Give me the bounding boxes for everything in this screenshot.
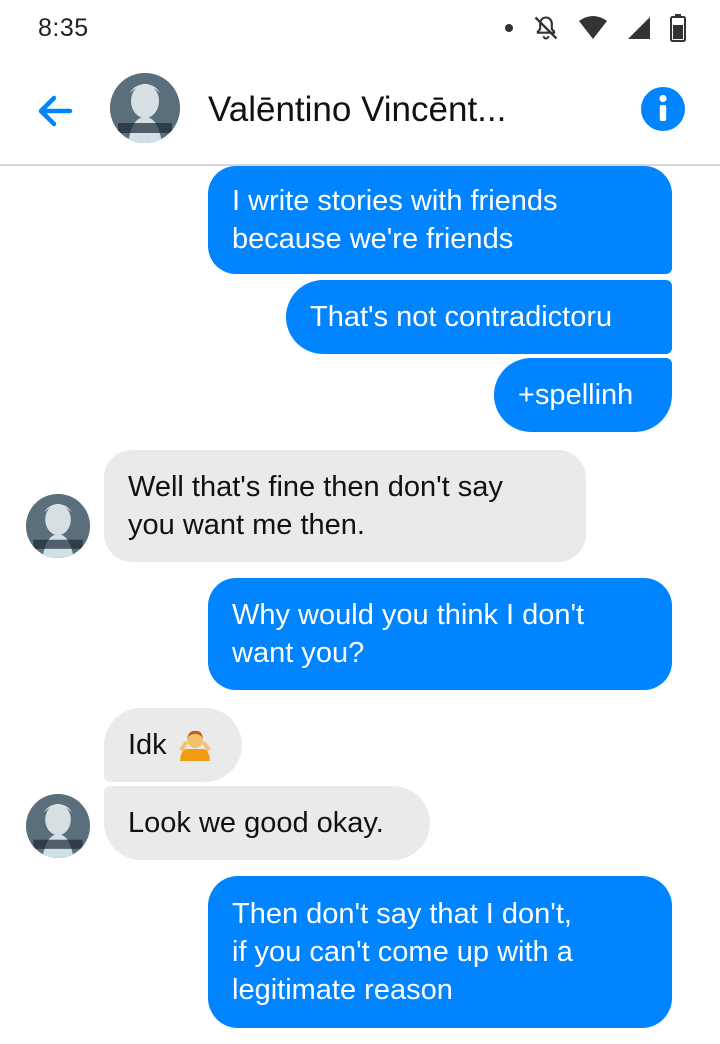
sent-message[interactable]: Then don't say that I don't, if you can'… [208, 876, 672, 1028]
status-icons [504, 14, 686, 42]
info-icon [641, 87, 685, 131]
message-line: you want me then. [128, 509, 365, 541]
message-line: Idk [128, 729, 167, 761]
wifi-icon [578, 15, 608, 41]
sent-message[interactable]: That's not contradictoru [286, 280, 672, 354]
contact-avatar-small[interactable] [26, 494, 90, 558]
back-arrow-icon [38, 95, 73, 127]
shrug-emoji [177, 727, 213, 763]
status-time: 8:35 [38, 13, 89, 42]
sent-message[interactable]: +spellinh [494, 358, 672, 432]
message-line: legitimate reason [232, 974, 453, 1006]
message-line: if you can't come up with a [232, 936, 573, 968]
message-line: want you? [232, 637, 365, 669]
signal-icon [626, 15, 652, 41]
message-line: That's not contradictoru [310, 301, 613, 333]
status-bar: 8:35 [0, 0, 720, 56]
message-line: I write stories with friends [232, 185, 558, 217]
back-button[interactable] [30, 86, 80, 136]
message-line: +spellinh [518, 379, 634, 411]
notifications-off-icon [532, 14, 560, 42]
message-line: because we're friends [232, 223, 514, 255]
message-thread[interactable]: I write stories with friends because we'… [0, 166, 720, 1044]
sent-message[interactable]: I write stories with friends because we'… [208, 166, 672, 274]
received-message[interactable]: Well that's fine then don't say you want… [104, 450, 586, 562]
battery-icon [670, 14, 686, 42]
message-line: Then don't say that I don't, [232, 898, 572, 930]
received-message[interactable]: Look we good okay. [104, 786, 430, 860]
contact-name[interactable]: Valēntino Vincēnt... [208, 90, 568, 130]
message-line: Well that's fine then don't say [128, 471, 503, 503]
contact-avatar[interactable] [110, 73, 180, 143]
info-button[interactable] [640, 86, 686, 132]
dot-icon [504, 23, 514, 33]
contact-avatar-small[interactable] [26, 794, 90, 858]
received-message[interactable]: Idk [104, 708, 242, 782]
message-line: Look we good okay. [128, 807, 384, 839]
conversation-header: Valēntino Vincēnt... [0, 56, 720, 166]
sent-message[interactable]: Why would you think I don't want you? [208, 578, 672, 690]
message-line: Why would you think I don't [232, 599, 585, 631]
